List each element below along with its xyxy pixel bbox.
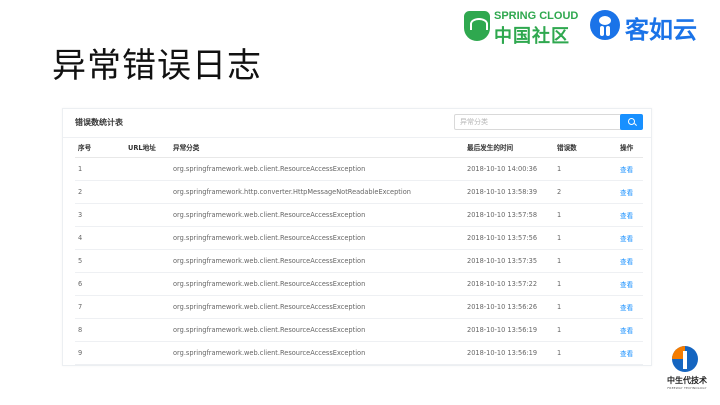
view-link[interactable]: 查看 — [617, 318, 643, 342]
panel-title: 错误数统计表 — [75, 118, 123, 127]
cell-url — [125, 249, 170, 273]
view-link[interactable]: 查看 — [617, 180, 643, 204]
kerugun-logo: 客如云 — [590, 8, 710, 44]
error-table: 序号 URL地址 异常分类 最后发生的时间 错误数 操作 1 org.sprin… — [75, 137, 643, 365]
cell-count: 1 — [554, 272, 617, 296]
view-link[interactable]: 查看 — [617, 341, 643, 365]
cell-count: 1 — [554, 203, 617, 227]
cell-last-time: 2018-10-10 13:56:26 — [464, 295, 554, 319]
panel-header: 错误数统计表 — [63, 109, 651, 138]
page-title: 异常错误日志 — [52, 46, 262, 86]
column-header-last-time: 最后发生的时间 — [464, 137, 554, 158]
error-stats-panel: 错误数统计表 序号 URL地址 异常分类 最后发生的时间 错误数 操作 1 o — [62, 108, 652, 366]
search-button[interactable] — [620, 114, 643, 130]
kerugun-logo-text: 客如云 — [625, 16, 697, 44]
cell-url — [125, 341, 170, 365]
cell-url — [125, 318, 170, 342]
view-link[interactable]: 查看 — [617, 157, 643, 181]
cell-count: 1 — [554, 157, 617, 181]
cell-index: 7 — [75, 295, 125, 319]
table-row: 5 org.springframework.web.client.Resourc… — [75, 249, 643, 273]
cell-index: 5 — [75, 249, 125, 273]
cell-url — [125, 295, 170, 319]
table-header-row: 序号 URL地址 异常分类 最后发生的时间 错误数 操作 — [75, 137, 643, 158]
cell-last-time: 2018-10-10 13:57:56 — [464, 226, 554, 250]
table-row: 4 org.springframework.web.client.Resourc… — [75, 226, 643, 250]
table-row: 9 org.springframework.web.client.Resourc… — [75, 341, 643, 365]
view-link[interactable]: 查看 — [617, 203, 643, 227]
cell-count: 1 — [554, 249, 617, 273]
cell-index: 9 — [75, 341, 125, 365]
view-link[interactable]: 查看 — [617, 226, 643, 250]
cell-index: 6 — [75, 272, 125, 296]
table-row: 7 org.springframework.web.client.Resourc… — [75, 295, 643, 319]
table-row: 6 org.springframework.web.client.Resourc… — [75, 272, 643, 296]
zhongshengdai-logo-text: 中生代技术 — [667, 376, 707, 385]
column-header-category: 异常分类 — [170, 137, 464, 158]
cell-category: org.springframework.web.client.ResourceA… — [170, 226, 464, 250]
cell-last-time: 2018-10-10 13:58:39 — [464, 180, 554, 204]
cell-last-time: 2018-10-10 13:56:19 — [464, 341, 554, 365]
cell-index: 3 — [75, 203, 125, 227]
search-icon — [628, 118, 635, 125]
zhongshengdai-logo-subtext: FREEWAY TECHNOLOGY — [667, 386, 707, 390]
kerugun-logo-icon — [590, 10, 620, 40]
table-row: 3 org.springframework.web.client.Resourc… — [75, 203, 643, 227]
cell-count: 1 — [554, 318, 617, 342]
cell-index: 1 — [75, 157, 125, 181]
table-row: 2 org.springframework.http.converter.Htt… — [75, 180, 643, 204]
cell-category: org.springframework.http.converter.HttpM… — [170, 180, 464, 204]
cell-count: 1 — [554, 341, 617, 365]
view-link[interactable]: 查看 — [617, 295, 643, 319]
search-input[interactable] — [454, 114, 628, 130]
cell-count: 1 — [554, 295, 617, 319]
cell-last-time: 2018-10-10 13:57:22 — [464, 272, 554, 296]
spring-cloud-logo: SPRING CLOUD 中国社区 — [464, 8, 582, 47]
cell-last-time: 2018-10-10 13:57:35 — [464, 249, 554, 273]
spring-cloud-badge-icon — [464, 11, 490, 41]
cell-category: org.springframework.web.client.ResourceA… — [170, 157, 464, 181]
column-header-action: 操作 — [617, 137, 643, 158]
cell-category: org.springframework.web.client.ResourceA… — [170, 318, 464, 342]
view-link[interactable]: 查看 — [617, 249, 643, 273]
cell-url — [125, 203, 170, 227]
cell-index: 2 — [75, 180, 125, 204]
cell-url — [125, 157, 170, 181]
table-row: 8 org.springframework.web.client.Resourc… — [75, 318, 643, 342]
column-header-url: URL地址 — [125, 137, 170, 158]
cell-category: org.springframework.web.client.ResourceA… — [170, 272, 464, 296]
cell-category: org.springframework.web.client.ResourceA… — [170, 295, 464, 319]
spring-cloud-logo-bottom-text: 中国社区 — [494, 26, 570, 47]
zhongshengdai-logo: 中生代技术 FREEWAY TECHNOLOGY — [660, 344, 716, 400]
cell-url — [125, 180, 170, 204]
view-link[interactable]: 查看 — [617, 272, 643, 296]
cell-last-time: 2018-10-10 13:57:58 — [464, 203, 554, 227]
cell-last-time: 2018-10-10 14:00:36 — [464, 157, 554, 181]
cell-count: 1 — [554, 226, 617, 250]
zhongshengdai-logo-icon — [672, 346, 698, 372]
cell-index: 4 — [75, 226, 125, 250]
column-header-count: 错误数 — [554, 137, 617, 158]
column-header-index: 序号 — [75, 137, 125, 158]
cell-count: 2 — [554, 180, 617, 204]
spring-cloud-logo-top-text: SPRING CLOUD — [494, 10, 579, 22]
cell-category: org.springframework.web.client.ResourceA… — [170, 341, 464, 365]
table-row: 1 org.springframework.web.client.Resourc… — [75, 157, 643, 181]
cell-category: org.springframework.web.client.ResourceA… — [170, 249, 464, 273]
cell-url — [125, 272, 170, 296]
cell-url — [125, 226, 170, 250]
cell-category: org.springframework.web.client.ResourceA… — [170, 203, 464, 227]
cell-last-time: 2018-10-10 13:56:19 — [464, 318, 554, 342]
cell-index: 8 — [75, 318, 125, 342]
